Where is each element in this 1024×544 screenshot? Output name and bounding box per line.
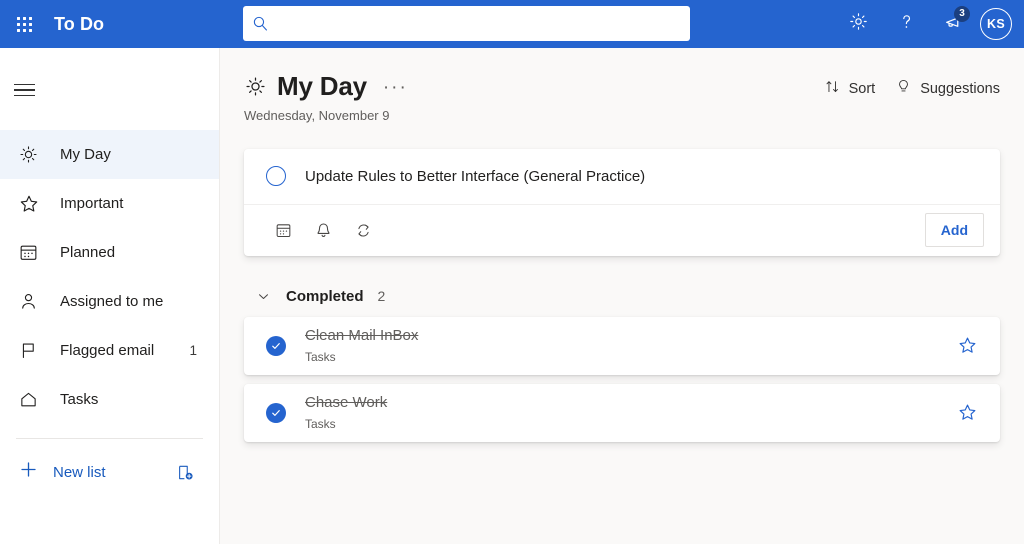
search-box[interactable] bbox=[243, 6, 690, 41]
hamburger-line bbox=[14, 94, 35, 97]
star-icon bbox=[18, 193, 46, 215]
help-button[interactable] bbox=[882, 0, 930, 48]
star-icon[interactable] bbox=[957, 335, 978, 356]
sidebar-item-label: Tasks bbox=[60, 391, 99, 408]
app-title: To Do bbox=[54, 13, 105, 34]
sidebar-divider bbox=[16, 438, 203, 439]
sidebar-item-assigned-to-me[interactable]: Assigned to me bbox=[0, 277, 219, 326]
sidebar-item-label: My Day bbox=[60, 146, 111, 163]
task-text-block: Chase Work Tasks bbox=[305, 394, 387, 431]
task-title: Clean Mail InBox bbox=[305, 327, 419, 345]
menu-toggle-button[interactable] bbox=[14, 66, 62, 114]
suggestions-button[interactable]: Suggestions bbox=[895, 78, 1000, 99]
page-title-block: My Day ··· Wednesday, November 9 bbox=[244, 72, 408, 123]
sidebar-item-label: Assigned to me bbox=[60, 293, 164, 310]
top-header-bar: To Do 3 KS bbox=[0, 0, 1024, 48]
avatar[interactable]: KS bbox=[980, 8, 1012, 40]
lightbulb-icon bbox=[895, 78, 912, 99]
sort-arrows-icon bbox=[824, 78, 841, 99]
announcements-badge: 3 bbox=[954, 6, 970, 22]
page-title: My Day bbox=[277, 71, 367, 101]
search-icon bbox=[252, 15, 269, 32]
sort-button[interactable]: Sort bbox=[824, 78, 876, 99]
plus-icon bbox=[18, 459, 39, 485]
sidebar: My Day Important Planned Assigned to me … bbox=[0, 48, 220, 544]
add-task-input-row bbox=[244, 149, 1000, 205]
app-launcher-icon[interactable] bbox=[0, 0, 48, 48]
sun-icon bbox=[244, 75, 267, 98]
more-options-button[interactable]: ··· bbox=[383, 75, 408, 97]
task-title: Chase Work bbox=[305, 394, 388, 412]
main-header: My Day ··· Wednesday, November 9 Sort Su… bbox=[244, 48, 1000, 123]
suggestions-label: Suggestions bbox=[920, 80, 1000, 97]
hamburger-line bbox=[14, 83, 35, 86]
sort-label: Sort bbox=[848, 80, 876, 97]
main-header-actions: Sort Suggestions bbox=[824, 72, 1000, 99]
add-task-card: Add bbox=[244, 148, 1000, 256]
header-actions: 3 KS bbox=[834, 0, 1024, 48]
task-subtitle: Tasks bbox=[305, 349, 336, 364]
question-mark-icon bbox=[896, 11, 917, 37]
sidebar-item-flagged-email[interactable]: Flagged email 1 bbox=[0, 326, 219, 375]
main-content: My Day ··· Wednesday, November 9 Sort Su… bbox=[220, 48, 1024, 544]
completed-label: Completed bbox=[286, 287, 364, 305]
sidebar-item-label: Planned bbox=[60, 244, 116, 261]
repeat-icon[interactable] bbox=[346, 213, 380, 247]
hamburger-line bbox=[14, 89, 35, 91]
settings-button[interactable] bbox=[834, 0, 882, 48]
completed-section-header[interactable]: Completed 2 bbox=[244, 288, 1000, 305]
new-group-icon[interactable] bbox=[176, 463, 195, 482]
sidebar-item-important[interactable]: Important bbox=[0, 179, 219, 228]
home-icon bbox=[18, 389, 46, 410]
announcements-button[interactable]: 3 bbox=[930, 0, 978, 48]
calendar-icon bbox=[18, 242, 46, 263]
body-wrapper: My Day Important Planned Assigned to me … bbox=[0, 48, 1024, 544]
reminder-bell-icon[interactable] bbox=[306, 213, 340, 247]
table-row[interactable]: Chase Work Tasks bbox=[244, 383, 1000, 442]
chevron-down-icon bbox=[244, 289, 278, 304]
gear-icon bbox=[848, 11, 869, 37]
task-text-block: Clean Mail InBox Tasks bbox=[305, 327, 418, 364]
new-list-row[interactable]: New list bbox=[0, 449, 219, 495]
sun-icon bbox=[18, 144, 46, 165]
task-subtitle: Tasks bbox=[305, 416, 336, 431]
table-row[interactable]: Clean Mail InBox Tasks bbox=[244, 316, 1000, 375]
star-icon[interactable] bbox=[957, 402, 978, 423]
person-icon bbox=[18, 291, 46, 312]
add-task-toolbar: Add bbox=[244, 205, 1000, 256]
page-subtitle: Wednesday, November 9 bbox=[244, 107, 390, 123]
due-date-icon[interactable] bbox=[266, 213, 300, 247]
sidebar-item-planned[interactable]: Planned bbox=[0, 228, 219, 277]
sidebar-item-label: Important bbox=[60, 195, 124, 212]
sidebar-item-my-day[interactable]: My Day bbox=[0, 130, 219, 179]
page-title-row: My Day ··· bbox=[244, 72, 408, 101]
sidebar-item-tasks[interactable]: Tasks bbox=[0, 375, 219, 424]
flag-icon bbox=[18, 340, 46, 361]
checkbox-checked-icon[interactable] bbox=[266, 335, 286, 356]
waffle-grid bbox=[16, 16, 32, 32]
checkbox-empty-icon[interactable] bbox=[266, 166, 286, 187]
search-input[interactable] bbox=[269, 6, 690, 41]
add-button[interactable]: Add bbox=[924, 213, 984, 248]
sidebar-item-count: 1 bbox=[189, 343, 197, 358]
checkbox-checked-icon[interactable] bbox=[266, 402, 286, 423]
new-list-label: New list bbox=[53, 463, 106, 481]
add-task-input[interactable] bbox=[305, 167, 978, 185]
completed-count: 2 bbox=[377, 288, 386, 305]
sidebar-item-label: Flagged email bbox=[60, 342, 155, 359]
